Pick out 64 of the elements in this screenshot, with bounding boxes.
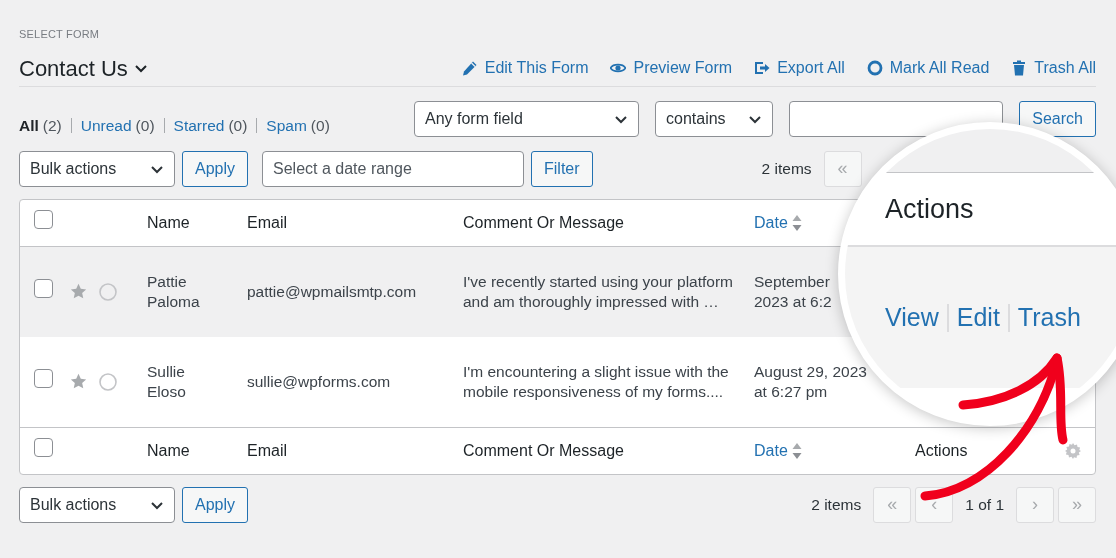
status-filter-link[interactable]: Starred (173, 113, 225, 138)
search-button[interactable]: Search (1019, 100, 1096, 137)
email-cell-text: sullie@wpforms.com (247, 371, 392, 392)
operator-dropdown[interactable]: contains (655, 100, 773, 137)
page-indicator: 1 of 1 (965, 494, 1004, 515)
column-header: Name (147, 440, 190, 461)
star-icon[interactable] (70, 373, 87, 390)
sort-arrows-icon (791, 213, 802, 232)
column-header: Actions (915, 441, 968, 459)
bulk-actions-dropdown[interactable]: Bulk actions (19, 486, 175, 523)
column-header: Name (147, 212, 190, 233)
row-action-link[interactable]: Edit (956, 298, 1000, 337)
checkbox[interactable] (34, 437, 53, 457)
trash-icon (1011, 60, 1028, 76)
status-filter-link[interactable]: Unread (80, 113, 132, 138)
name-cell-text: Pattie Paloma (147, 271, 201, 312)
item-count: 2 items (811, 494, 862, 515)
email-cell-text: pattie@wpmailsmtp.com (247, 281, 418, 302)
circle-icon (866, 60, 883, 76)
checkbox[interactable] (34, 209, 53, 229)
column-header: Actions (885, 192, 974, 226)
star-icon[interactable] (70, 283, 87, 300)
apply-button[interactable]: Apply (182, 150, 249, 187)
count-text: (2) (42, 115, 62, 136)
item-count: 2 items (761, 158, 812, 179)
select-form-label: SELECT FORM (19, 27, 101, 42)
gear-icon (1065, 442, 1081, 459)
column-header: Email (247, 212, 287, 233)
column-header: Email (247, 440, 287, 461)
status-filter-link[interactable]: All (19, 113, 39, 138)
header-action-link[interactable]: Edit This Form (461, 56, 589, 80)
checkbox[interactable] (34, 278, 53, 298)
filter-button[interactable]: Filter (531, 150, 593, 187)
message-cell-text: I've recently started using your platform and am thoroughly impressed with … (463, 271, 735, 312)
pencil-icon (461, 60, 478, 76)
form-selector[interactable]: Contact Us (19, 51, 148, 85)
column-header[interactable]: Date (754, 438, 788, 463)
header-action-link[interactable]: Mark All Read (866, 56, 990, 80)
count-text: (0) (135, 115, 155, 136)
date-range-field[interactable]: Select a date range (262, 150, 525, 187)
export-icon (754, 60, 771, 76)
header-action-link[interactable]: Preview Form (610, 56, 733, 80)
chevron-down-icon (133, 62, 148, 74)
row-action-link[interactable]: View (885, 298, 939, 337)
status-filter-link[interactable]: Spam (266, 113, 307, 138)
column-header: Comment Or Message (463, 440, 624, 461)
message-cell-text: I'm encountering a slight issue with the mobile responsiveness of my forms.... (463, 361, 730, 402)
header-action-link[interactable]: Trash All (1011, 56, 1096, 80)
form-field-dropdown[interactable]: Any form field (414, 100, 639, 137)
row-action-link[interactable]: Trash (1017, 298, 1081, 337)
name-cell-text: Sullie Eloso (147, 361, 187, 402)
column-header[interactable]: Date (754, 210, 788, 235)
circle-icon[interactable] (99, 372, 117, 391)
count-text: (0) (310, 115, 330, 136)
count-text: (0) (228, 115, 248, 136)
checkbox[interactable] (34, 368, 53, 388)
header-action-link[interactable]: Export All (754, 56, 845, 80)
column-header: Comment Or Message (463, 212, 624, 233)
date-cell-text: August 29, 2023 at 6:27 pm (754, 361, 868, 402)
search-field[interactable] (789, 100, 1003, 137)
apply-button[interactable]: Apply (182, 486, 249, 523)
sort-arrows-icon (791, 441, 802, 460)
bulk-actions-dropdown[interactable]: Bulk actions (19, 150, 175, 187)
date-cell-text: September 2023 at 6:2 (754, 271, 833, 312)
